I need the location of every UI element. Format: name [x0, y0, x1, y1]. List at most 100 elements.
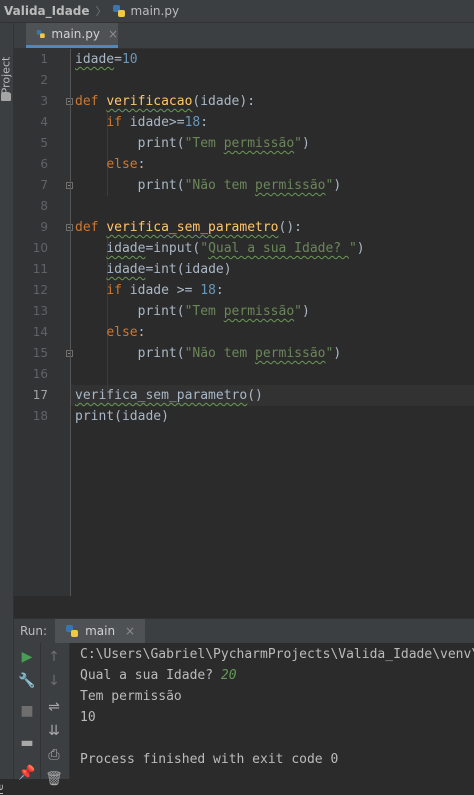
line-number: 15 [32, 346, 48, 360]
wrench-icon[interactable]: 🔧 [14, 673, 40, 689]
code-editor[interactable]: idade=10 def verificacao(idade): if idad… [71, 49, 474, 596]
run-label: Run: [20, 624, 48, 638]
line-number: 4 [40, 115, 48, 129]
code-token: idade [106, 241, 146, 256]
code-token: 10 [121, 52, 138, 67]
run-icon[interactable]: ▶ [14, 649, 40, 665]
structure-tab-label: re [0, 783, 7, 795]
print-icon[interactable]: ⎙ [41, 747, 67, 763]
code-token: if [106, 115, 130, 130]
tab-main-py[interactable]: main.py × [26, 23, 118, 48]
line-number-gutter: 1 2 3 4 5 6 7 8 9 10 11 12 13 14 15 16 1… [14, 49, 73, 596]
line-number: 1 [40, 52, 48, 66]
line-number: 11 [32, 262, 48, 276]
code-line-11: idade=int(idade) [106, 262, 232, 277]
code-token: permissão [255, 346, 326, 361]
breadcrumb-project[interactable]: Valida_Idade [0, 4, 90, 18]
line-number: 9 [40, 220, 48, 234]
run-toolbar-primary: ▶ 🔧 ■ ▬ 📌 [14, 643, 41, 781]
console-input-value: 20 [220, 668, 237, 683]
stop-icon[interactable]: ■ [14, 703, 40, 719]
run-toolbar-secondary: ↑ ↓ ⇌ ⇊ ⎙ 🗑 [41, 643, 70, 787]
code-token: verifica_sem_parametro [75, 388, 248, 403]
trash-icon[interactable]: 🗑 [41, 771, 67, 787]
console-prompt: Qual a sua Idade? [80, 668, 221, 683]
code-token: permissão [255, 178, 326, 193]
line-number: 7 [40, 178, 48, 192]
code-token: "Não tem permissão" [184, 346, 334, 361]
code-line-13: print("Tem permissão") [75, 304, 310, 319]
line-number: 10 [32, 241, 48, 255]
console-prompt-line: Qual a sua Idade? 20 [80, 665, 237, 686]
code-line-17: verifica_sem_parametro() [75, 388, 263, 403]
breadcrumb: Valida_Idade 〉 main.py [0, 0, 474, 23]
line-number: 14 [32, 325, 48, 339]
code-token: idade [75, 52, 115, 67]
run-tab-label: main [85, 624, 116, 638]
line-number: 5 [40, 136, 48, 150]
code-token: verificacao [106, 94, 193, 109]
line-number: 13 [32, 304, 48, 318]
run-console[interactable]: C:\Users\Gabriel\PycharmProjects\Valida_… [70, 643, 474, 779]
python-file-icon [112, 5, 125, 17]
console-output-line: Tem permissão [80, 689, 182, 704]
breadcrumb-file-label: main.py [130, 4, 180, 18]
code-line-15: print("Não tem permissão") [75, 346, 342, 361]
code-token: "Tem permissão" [184, 136, 302, 151]
code-line-12: if idade >= 18: [106, 283, 224, 298]
layout-icon[interactable]: ▬ [14, 735, 40, 751]
console-path-line: C:\Users\Gabriel\PycharmProjects\Valida_… [80, 647, 474, 662]
code-token: def [75, 220, 107, 235]
code-token: "Não tem permissão" [184, 178, 334, 193]
code-token: idade [106, 262, 146, 277]
code-token: if [106, 283, 130, 298]
line-number: 6 [40, 157, 48, 171]
console-output-line: 10 [80, 710, 96, 725]
close-icon[interactable]: × [125, 624, 135, 638]
console-exit-line: Process finished with exit code 0 [80, 752, 339, 767]
breadcrumb-file[interactable]: main.py [112, 4, 180, 18]
scroll-to-end-icon[interactable]: ⇊ [41, 723, 67, 739]
arrow-up-icon[interactable]: ↑ [41, 649, 67, 665]
breadcrumb-separator-icon: 〉 [95, 5, 107, 18]
code-token: "Qual a sua Idade? " [200, 241, 357, 256]
line-number: 3 [40, 94, 48, 108]
code-line-14: else: [106, 325, 146, 340]
line-number-current: 17 [32, 388, 48, 402]
code-line-7: print("Não tem permissão") [75, 178, 342, 193]
code-token: def [75, 94, 107, 109]
line-number: 2 [40, 73, 48, 87]
code-line-9: def verifica_sem_parametro(): [75, 220, 302, 235]
soft-wrap-icon[interactable]: ⇌ [41, 699, 67, 715]
folder-icon[interactable] [1, 93, 11, 101]
run-tab-main[interactable]: main × [55, 619, 146, 643]
line-number: 12 [32, 283, 48, 297]
code-line-1: idade=10 [75, 52, 138, 67]
close-icon[interactable]: × [108, 27, 118, 41]
left-tool-strip: Project re [0, 23, 14, 795]
code-line-5: print("Tem permissão") [75, 136, 310, 151]
code-token: "Tem permissão" [184, 304, 302, 319]
code-token: permissão [223, 304, 295, 319]
code-line-6: else: [106, 157, 146, 172]
line-number: 8 [40, 199, 48, 213]
code-token: else [106, 157, 138, 172]
arrow-down-icon[interactable]: ↓ [41, 673, 67, 689]
python-file-icon [36, 29, 45, 39]
code-line-18: print(idade) [75, 409, 169, 424]
run-panel-header: Run: main × [14, 618, 474, 644]
code-line-4: if idade>=18: [106, 115, 209, 130]
code-token: 18 [200, 283, 216, 298]
code-token: else [106, 325, 138, 340]
code-token: permissão [223, 136, 295, 151]
code-token: verifica_sem_parametro [106, 220, 279, 235]
code-line-3: def verificacao(idade): [75, 94, 256, 109]
line-number: 18 [32, 409, 48, 423]
code-line-10: idade=input("Qual a sua Idade? ") [106, 241, 365, 256]
code-token: Qual a sua Idade? [208, 241, 349, 256]
line-number: 16 [32, 367, 48, 381]
tab-label: main.py [51, 27, 100, 41]
code-token: 18 [184, 115, 201, 130]
editor-tab-bar: main.py × [14, 23, 474, 49]
python-run-icon [66, 625, 79, 637]
